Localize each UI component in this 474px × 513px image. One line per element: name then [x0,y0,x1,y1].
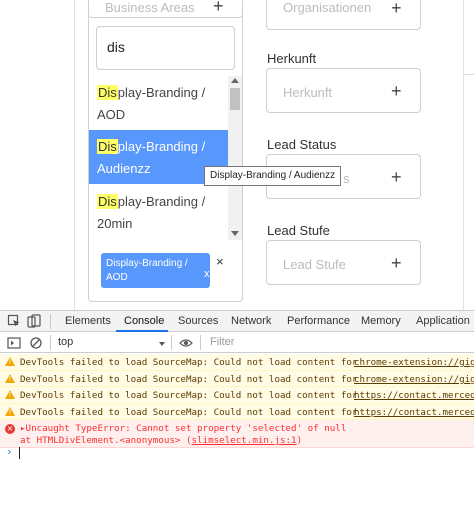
toolbar-separator [171,335,172,350]
chip-label-line2: AOD [106,272,128,283]
lead-status-label: Lead Status [267,137,337,152]
option-line2: 20min [97,216,133,231]
error-source-link[interactable]: slimselect.min.js:1 [191,435,296,446]
selected-values-area: Display-Branding / AOD x × [96,248,242,296]
selected-chip: Display-Branding / AOD x [101,253,210,288]
herkunft-add-icon[interactable]: + [391,82,402,100]
console-warning: DevTools failed to load SourceMap: Could… [0,387,474,404]
page-gutter-left [74,0,75,310]
web-page: Business Areas + dis Display-Branding / … [0,0,474,310]
tab-performance[interactable]: Performance [287,315,350,327]
source-link[interactable]: chrome-extension://gig [354,357,474,368]
toolbar-separator [200,335,201,350]
organisationen-placeholder: Organisationen [283,0,372,15]
live-expression-eye-icon[interactable] [179,336,193,350]
option-line1: Display-Branding / [97,82,229,104]
toolbar-separator [50,335,51,350]
page-gutter-right [463,0,464,310]
option-rest: play-Branding / [117,85,206,100]
show-sidebar-icon[interactable] [7,336,21,350]
warning-icon [5,357,15,366]
option-display-branding-aod[interactable]: Display-Branding / AOD [89,76,229,130]
option-line1: Display-Branding / [97,191,229,213]
chip-label-line1: Display-Branding / [106,258,188,269]
error-stack-text: at HTMLDivElement.<anonymous> ( [20,435,192,446]
business-areas-select[interactable]: Business Areas + [88,0,243,18]
business-areas-placeholder: Business Areas [105,0,195,15]
active-tab-indicator [116,330,168,332]
devtools-panel: Elements Console Sources Network Perform… [0,310,474,513]
lead-status-add-icon[interactable]: + [391,168,402,186]
console-warning: DevTools failed to load SourceMap: Could… [0,371,474,387]
lead-stufe-select[interactable]: Lead Stufe + [266,240,421,285]
lead-stufe-add-icon[interactable]: + [391,254,402,272]
tab-elements[interactable]: Elements [65,315,111,327]
warning-text: DevTools failed to load SourceMap: Could… [20,374,358,385]
option-tooltip: Display-Branding / Audienzz [204,166,342,186]
organisationen-select[interactable]: Organisationen + [266,0,421,30]
option-match: Dis [97,194,118,209]
source-link[interactable]: chrome-extension://gig [354,374,474,385]
warning-text: DevTools failed to load SourceMap: Could… [20,390,358,401]
devtools-tab-bar: Elements Console Sources Network Perform… [0,311,474,332]
context-selector[interactable]: top [58,336,166,351]
error-stack: at HTMLDivElement.<anonymous> (slimselec… [20,435,302,446]
error-stack-tail: ) [296,435,303,446]
chevron-down-icon[interactable] [159,342,165,346]
tab-console[interactable]: Console [124,315,164,327]
warning-icon [5,407,15,416]
console-toolbar: top Filter [0,333,474,353]
lead-status-placeholder: s [343,171,350,186]
inspect-element-icon[interactable] [7,314,21,328]
toolbar-separator [50,314,51,329]
business-areas-search-input[interactable]: dis [96,26,235,70]
warning-icon [5,374,15,383]
console-warning: DevTools failed to load SourceMap: Could… [0,354,474,371]
business-areas-add-icon[interactable]: + [213,0,224,15]
herkunft-placeholder: Herkunft [283,85,333,100]
clear-selection-icon[interactable]: × [216,254,224,269]
chip-remove-icon[interactable]: x [204,267,210,281]
tab-application[interactable]: Application [416,315,470,327]
herkunft-select[interactable]: Herkunft + [266,68,421,113]
console-prompt-icon: › [6,445,13,458]
options-scrollbar[interactable] [228,76,242,240]
lead-stufe-placeholder: Lead Stufe [283,257,346,272]
option-match: Dis [97,139,118,154]
option-line2: AOD [97,107,126,122]
option-line1: Display-Branding / [97,136,229,158]
option-rest: play-Branding / [117,194,206,209]
tab-network[interactable]: Network [231,315,271,327]
error-text: ▸Uncaught TypeError: Cannot set property… [20,423,347,434]
console-filter-input[interactable]: Filter [207,336,467,351]
organisationen-add-icon[interactable]: + [391,0,402,17]
error-message: Uncaught TypeError: Cannot set property … [25,423,347,434]
error-icon: × [5,424,15,434]
source-link[interactable]: https://contact.merced [354,407,474,418]
warning-icon [5,390,15,399]
tab-sources[interactable]: Sources [178,315,218,327]
warning-text: DevTools failed to load SourceMap: Could… [20,407,358,418]
console-warning: DevTools failed to load SourceMap: Could… [0,404,474,420]
lead-stufe-label: Lead Stufe [267,223,330,238]
scroll-up-arrow-icon[interactable] [231,78,239,83]
clear-console-icon[interactable] [29,336,43,350]
scroll-down-arrow-icon[interactable] [231,231,239,236]
console-input-caret[interactable] [19,447,20,459]
console-error: × ▸Uncaught TypeError: Cannot set proper… [0,420,474,448]
device-toolbar-icon[interactable] [27,314,41,328]
source-link[interactable]: https://contact.merced [354,390,474,401]
herkunft-label: Herkunft [267,51,317,66]
tab-memory[interactable]: Memory [361,315,401,327]
page-gutter-divider [463,74,474,75]
option-match: Dis [97,85,118,100]
option-rest: play-Branding / [117,139,206,154]
option-display-branding-20min[interactable]: Display-Branding / 20min [89,185,229,239]
warning-text: DevTools failed to load SourceMap: Could… [20,357,358,368]
business-areas-options-list: Display-Branding / AOD Display-Branding … [89,76,242,240]
scroll-thumb[interactable] [230,88,240,110]
